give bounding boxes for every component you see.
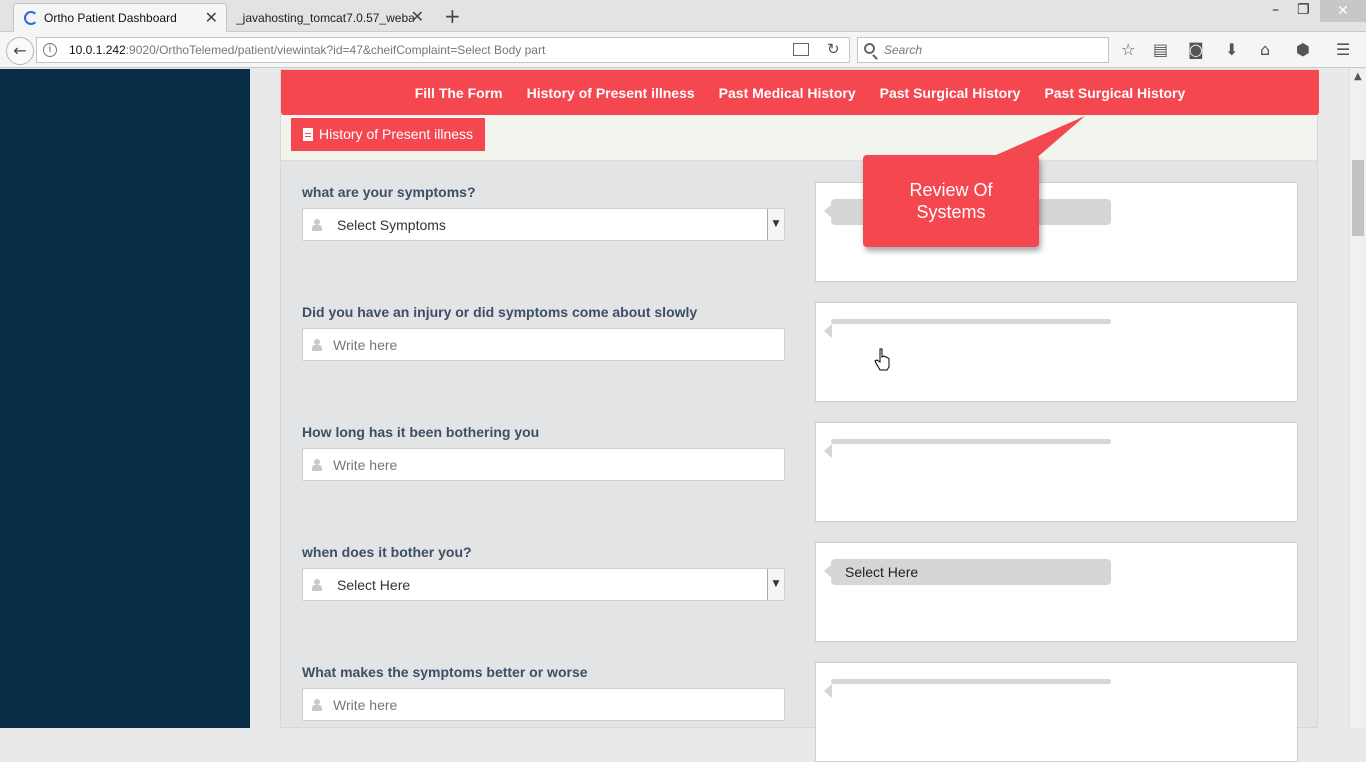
answer-pill bbox=[831, 319, 1111, 324]
better-worse-input[interactable]: Write here bbox=[302, 688, 785, 721]
back-arrow-icon[interactable]: ← bbox=[6, 37, 34, 65]
pocket-icon[interactable]: ◙ bbox=[1188, 40, 1204, 59]
search-icon bbox=[864, 43, 875, 54]
review-of-systems-callout: Review Of Systems bbox=[863, 155, 1039, 247]
extension-icon[interactable]: ⬢ bbox=[1296, 40, 1310, 59]
intake-form-card: Fill The Form History of Present illness… bbox=[280, 69, 1319, 762]
nav-fill-the-form[interactable]: Fill The Form bbox=[403, 85, 515, 101]
search-input[interactable]: Search bbox=[857, 37, 1109, 63]
user-icon bbox=[312, 459, 322, 471]
answer-box bbox=[815, 662, 1298, 762]
chevron-down-icon[interactable]: ▼ bbox=[767, 209, 784, 240]
question-label: How long has it been bothering you bbox=[302, 424, 540, 440]
symptoms-select[interactable]: Select Symptoms ▼ bbox=[302, 208, 785, 241]
input-placeholder: Write here bbox=[333, 337, 398, 353]
pointer-arrow-icon bbox=[824, 684, 832, 698]
sidebar bbox=[0, 69, 250, 728]
minimize-icon[interactable]: – bbox=[1272, 2, 1279, 18]
answer-pill: Select Here bbox=[831, 559, 1111, 585]
url-path: :9020/OrthoTelemed/patient/viewintak?id=… bbox=[125, 43, 546, 57]
answer-pill bbox=[831, 439, 1111, 444]
injury-input[interactable]: Write here bbox=[302, 328, 785, 361]
hand-cursor-icon bbox=[874, 348, 890, 371]
reload-icon[interactable]: ↻ bbox=[827, 40, 840, 58]
window-close-icon[interactable]: ✕ bbox=[1320, 0, 1366, 22]
section-header: History of Present illness bbox=[281, 115, 1317, 161]
question-label: when does it bother you? bbox=[302, 544, 472, 560]
pointer-arrow-icon bbox=[824, 444, 832, 458]
bookmark-star-icon[interactable]: ☆ bbox=[1121, 40, 1135, 59]
nav-history-present-illness[interactable]: History of Present illness bbox=[515, 85, 707, 101]
chevron-down-icon[interactable]: ▼ bbox=[767, 569, 784, 600]
url-text: 10.0.1.242:9020/OrthoTelemed/patient/vie… bbox=[69, 43, 545, 57]
tab-title: _javahosting_tomcat7.0.57_weba bbox=[236, 10, 414, 25]
browser-tab-bar: Ortho Patient Dashboard ✕ _javahosting_t… bbox=[0, 0, 1366, 32]
search-placeholder: Search bbox=[884, 43, 923, 57]
answer-pill bbox=[831, 679, 1111, 684]
callout-text: Review Of Systems bbox=[909, 180, 993, 222]
answer-box: Select Here bbox=[815, 542, 1298, 642]
input-placeholder: Write here bbox=[333, 697, 398, 713]
new-tab-icon[interactable]: + bbox=[444, 4, 461, 28]
reading-list-icon[interactable]: ▤ bbox=[1153, 40, 1168, 59]
maximize-icon[interactable]: ❐ bbox=[1297, 2, 1310, 18]
form-nav-bar: Fill The Form History of Present illness… bbox=[281, 70, 1319, 115]
question-label: What makes the symptoms better or worse bbox=[302, 664, 588, 680]
question-label: Did you have an injury or did symptoms c… bbox=[302, 304, 698, 320]
user-icon bbox=[312, 339, 322, 351]
info-icon[interactable]: i bbox=[43, 43, 57, 57]
section-title-button[interactable]: History of Present illness bbox=[291, 118, 486, 151]
reader-view-icon[interactable] bbox=[793, 43, 809, 56]
site-favicon-icon bbox=[24, 11, 38, 25]
tab-javahosting[interactable]: _javahosting_tomcat7.0.57_weba ✕ bbox=[228, 3, 434, 32]
main-content: Fill The Form History of Present illness… bbox=[250, 69, 1350, 762]
pointer-arrow-icon bbox=[824, 324, 832, 338]
home-icon[interactable]: ⌂ bbox=[1260, 40, 1270, 59]
tab-ortho-dashboard[interactable]: Ortho Patient Dashboard ✕ bbox=[13, 3, 227, 32]
answer-box bbox=[815, 422, 1298, 522]
user-icon bbox=[312, 699, 322, 711]
close-icon[interactable]: ✕ bbox=[205, 8, 218, 27]
answer-text: Select Here bbox=[845, 564, 919, 580]
when-bother-select[interactable]: Select Here ▼ bbox=[302, 568, 785, 601]
url-host: 10.0.1.242 bbox=[69, 43, 126, 57]
user-icon bbox=[312, 219, 322, 231]
duration-input[interactable]: Write here bbox=[302, 448, 785, 481]
tab-title: Ortho Patient Dashboard bbox=[44, 11, 177, 25]
select-value: Select Here bbox=[337, 577, 411, 593]
nav-past-surgical-history-2[interactable]: Past Surgical History bbox=[1032, 85, 1197, 101]
page-scrollbar[interactable]: ▲ bbox=[1349, 69, 1366, 728]
nav-past-medical-history[interactable]: Past Medical History bbox=[707, 85, 868, 101]
browser-nav-bar: ← i 10.0.1.242:9020/OrthoTelemed/patient… bbox=[0, 32, 1366, 68]
menu-icon[interactable]: ☰ bbox=[1336, 40, 1350, 59]
input-placeholder: Write here bbox=[333, 457, 398, 473]
select-value: Select Symptoms bbox=[337, 217, 446, 233]
nav-past-surgical-history[interactable]: Past Surgical History bbox=[868, 85, 1033, 101]
address-bar[interactable]: i 10.0.1.242:9020/OrthoTelemed/patient/v… bbox=[36, 37, 850, 63]
section-title: History of Present illness bbox=[319, 126, 474, 142]
scroll-thumb[interactable] bbox=[1352, 160, 1364, 236]
close-icon[interactable]: ✕ bbox=[411, 7, 424, 26]
download-icon[interactable]: ⬇ bbox=[1225, 40, 1238, 59]
scroll-up-icon[interactable]: ▲ bbox=[1354, 71, 1362, 82]
document-icon bbox=[303, 128, 313, 141]
user-icon bbox=[312, 579, 322, 591]
question-label: what are your symptoms? bbox=[302, 184, 476, 200]
